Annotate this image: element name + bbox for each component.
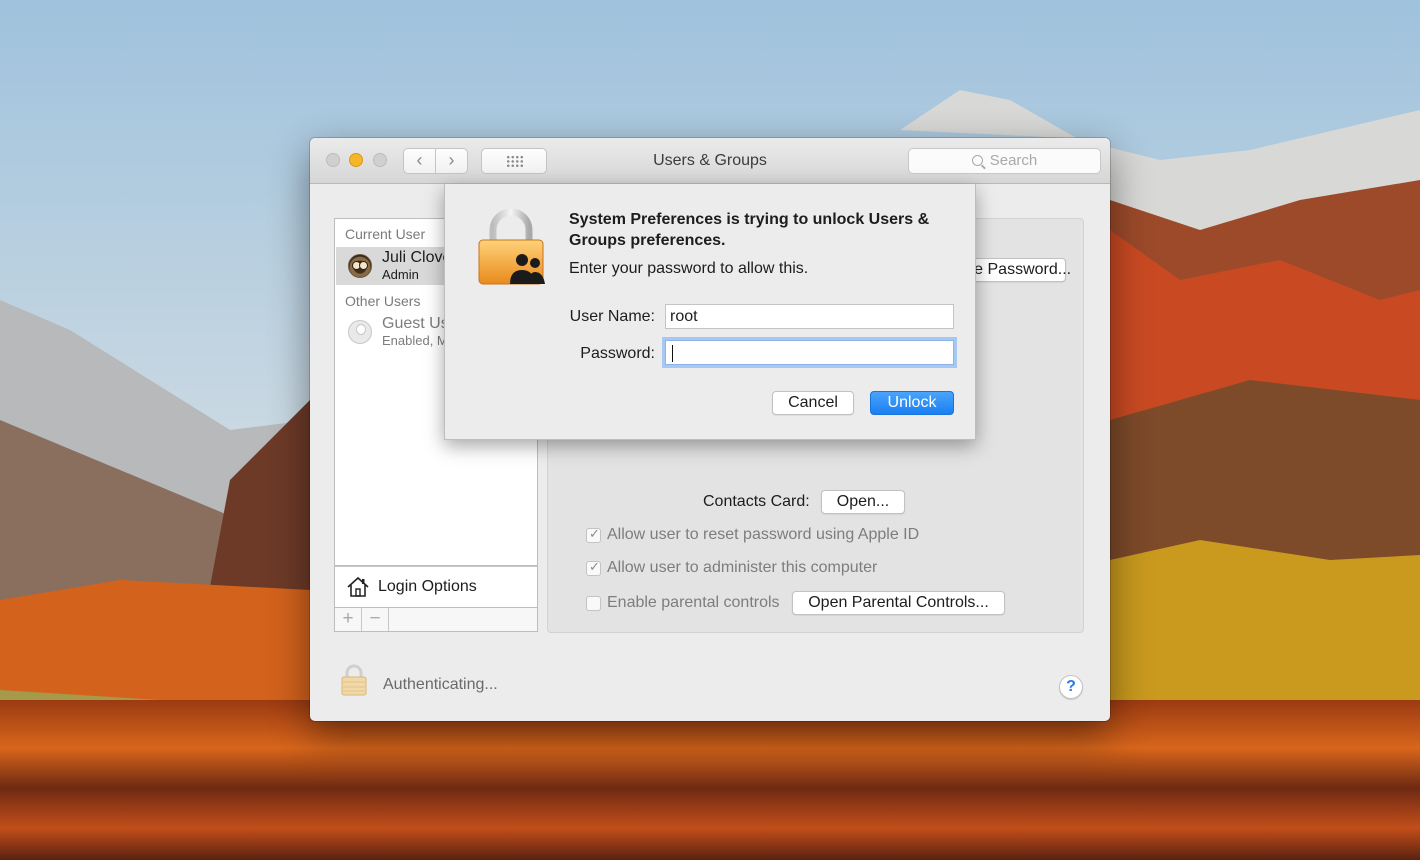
forward-button[interactable]: › [435, 148, 468, 174]
text-caret [672, 345, 673, 362]
search-field[interactable]: Search [908, 148, 1101, 174]
minimize-button[interactable] [349, 153, 363, 167]
password-field[interactable] [665, 340, 954, 365]
lock-icon[interactable] [340, 664, 368, 696]
user-role: Admin [382, 267, 419, 282]
search-placeholder: Search [989, 152, 1038, 169]
back-button[interactable]: ‹ [403, 148, 436, 174]
show-all-button[interactable] [481, 148, 547, 174]
login-options-item[interactable]: Login Options [334, 566, 538, 608]
administer-checkbox[interactable] [586, 559, 601, 576]
title-bar: ‹ › Users & Groups Search [310, 138, 1110, 184]
remove-user-button[interactable]: − [362, 608, 389, 631]
contacts-card-label: Contacts Card: [703, 493, 810, 510]
window-title: Users & Groups [653, 152, 767, 169]
close-button[interactable] [326, 153, 340, 167]
owl-avatar-icon [348, 254, 372, 278]
administer-label: Allow user to administer this computer [607, 559, 878, 576]
reset-password-label: Allow user to reset password using Apple… [607, 526, 920, 543]
cancel-button[interactable]: Cancel [772, 391, 854, 415]
open-contacts-button[interactable]: Open... [821, 490, 905, 514]
username-value: root [670, 308, 698, 325]
password-label: Password: [580, 345, 655, 362]
dialog-title: System Preferences is trying to unlock U… [569, 211, 930, 249]
chevron-left-icon: ‹ [416, 150, 423, 170]
grid-icon [506, 155, 524, 168]
house-icon [347, 576, 369, 597]
parental-controls-label: Enable parental controls [607, 594, 780, 611]
add-user-button[interactable]: + [335, 608, 362, 631]
reset-password-checkbox[interactable] [586, 526, 601, 543]
parental-controls-checkbox[interactable] [586, 596, 601, 611]
current-user-header: Current User [345, 226, 426, 242]
username-field[interactable]: root [665, 304, 954, 329]
open-parental-controls-button[interactable]: Open Parental Controls... [792, 591, 1005, 615]
username-label: User Name: [569, 308, 655, 325]
padlock-users-icon [478, 208, 545, 285]
search-icon [971, 155, 983, 166]
login-options-label: Login Options [378, 578, 477, 595]
zoom-button[interactable] [373, 153, 387, 167]
auth-dialog: System Preferences is trying to unlock U… [444, 184, 976, 440]
list-controls: + − [334, 608, 538, 632]
unlock-button[interactable]: Unlock [870, 391, 954, 415]
other-users-header: Other Users [345, 293, 421, 309]
dialog-subtitle: Enter your password to allow this. [569, 260, 809, 277]
chevron-right-icon: › [448, 150, 455, 170]
status-text: Authenticating... [383, 676, 498, 693]
help-button[interactable]: ? [1059, 675, 1083, 699]
guest-avatar-icon [348, 320, 372, 344]
